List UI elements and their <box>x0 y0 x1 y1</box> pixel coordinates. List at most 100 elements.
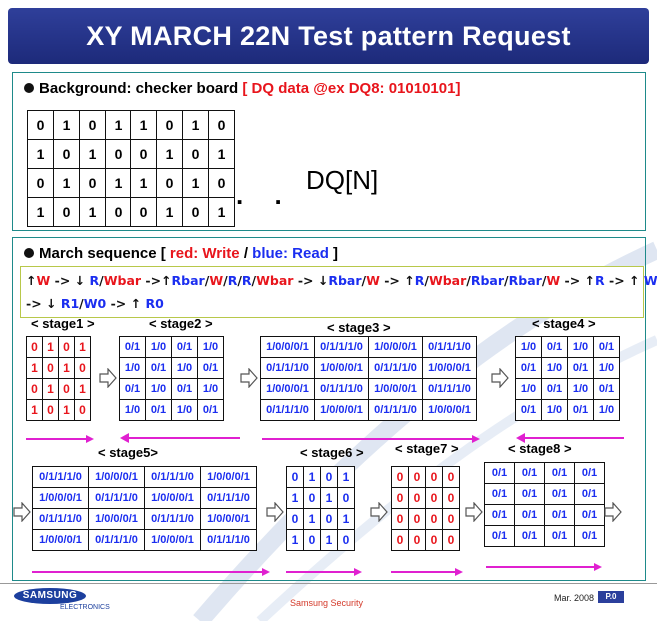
grid-row: 0/1/1/1/0 1/0/0/0/1 0/1/1/1/0 1/0/0/0/1 <box>32 508 257 530</box>
grid-row: 0/1/1/1/0 1/0/0/0/1 0/1/1/1/0 1/0/0/0/1 <box>32 466 257 488</box>
sequence-token: Rbar <box>171 273 205 288</box>
grid-row: 1/0/0/0/1 0/1/1/1/0 1/0/0/0/1 0/1/1/1/0 <box>260 378 477 400</box>
stage-cell: 0 <box>425 529 443 551</box>
sequence-token: R <box>595 273 605 288</box>
stage-cell: 1/0/0/0/1 <box>368 378 423 400</box>
stage4-grid: 1/0 0/1 1/0 0/1 0/1 1/0 0/1 1/0 1/0 0/1 1/0 0/1 0/1 1… <box>515 336 620 421</box>
grid-cell: 0 <box>182 197 209 227</box>
flow-arrow-icon <box>240 368 258 388</box>
grid-row: 0/1/1/1/0 1/0/0/0/1 0/1/1/1/0 1/0/0/0/1 <box>260 357 477 379</box>
stage-cell: 1/0 <box>197 378 224 400</box>
footer-divider <box>0 583 657 584</box>
stage-cell: 0/1/1/1/0 <box>422 378 477 400</box>
stage-cell: 0 <box>320 466 338 488</box>
grid-row: 0101 <box>286 508 355 530</box>
stage-cell: 0/1 <box>544 483 575 505</box>
stage-cell: 0 <box>337 529 355 551</box>
grid-row: 1010 <box>130 110 235 140</box>
stage-cell: 1/0 <box>515 336 542 358</box>
grid-row: 0101 <box>130 139 235 169</box>
stage-cell: 0/1 <box>171 336 198 358</box>
stage-cell: 0/1 <box>574 504 605 526</box>
stage-cell: 0/1/1/1/0 <box>368 399 423 421</box>
stage-cell: 0 <box>337 487 355 509</box>
stage-cell: 1/0/0/0/1 <box>368 336 423 358</box>
stage-cell: 0 <box>408 529 426 551</box>
grid-cell: 0 <box>53 139 80 169</box>
stage-cell: 0/1/1/1/0 <box>200 487 257 509</box>
sequence-token: W <box>366 273 380 288</box>
footer-date: Mar. 2008 <box>554 593 595 603</box>
stage-cell: 0/1 <box>574 525 605 547</box>
stage-cell: 0/1 <box>197 357 224 379</box>
grid-row: 0000 <box>391 529 460 551</box>
sequence-line-2: -> ↓ R1/W0 -> ↑ R0 <box>26 296 164 311</box>
grid-cell: 0 <box>208 168 235 198</box>
stage5-label: < stage5> <box>98 445 158 460</box>
grid-row: 0/1/1/1/0 1/0/0/0/1 0/1/1/1/0 1/0/0/0/1 <box>260 399 477 421</box>
direction-arrow-down <box>120 433 240 443</box>
grid-row: 1/0/0/0/1 0/1/1/1/0 1/0/0/0/1 0/1/1/1/0 <box>260 336 477 358</box>
sequence-token: Rbar <box>470 273 505 288</box>
stage-cell: 1 <box>58 399 75 421</box>
sequence-token: R <box>89 273 100 288</box>
grid-cell: 1 <box>105 110 132 140</box>
slide: XY MARCH 22N Test pattern Request Backgr… <box>0 0 657 621</box>
stage-cell: 0 <box>408 508 426 530</box>
stage-cell: 0 <box>408 466 426 488</box>
stage-cell: 0 <box>74 399 91 421</box>
stage-cell: 0 <box>286 466 304 488</box>
dq-n-label: DQ[N] <box>306 165 379 195</box>
stage2-grid: 0/1 1/0 0/1 1/0 1/0 0/1 1/0 0/1 0/1 1/0 0/1 1/0 1/0 0… <box>119 336 224 421</box>
stage4-label: < stage4 > <box>532 316 596 331</box>
stage-cell: 0/1/1/1/0 <box>260 399 315 421</box>
stage-cell: 1/0/0/0/1 <box>200 508 257 530</box>
stage2-label: < stage2 > <box>149 316 213 331</box>
grid-row: 0/1 1/0 0/1 1/0 <box>515 357 620 379</box>
grid-cell: 1 <box>79 139 106 169</box>
stage-cell: 0/1 <box>544 525 575 547</box>
stage-cell: 0/1/1/1/0 <box>88 529 145 551</box>
stage-cell: 0 <box>286 508 304 530</box>
stage-cell: 1 <box>303 466 321 488</box>
stage-cell: 0/1 <box>119 336 146 358</box>
grid-cell: 1 <box>156 197 183 227</box>
bullet-icon <box>24 248 34 259</box>
stage-cell: 1/0 <box>567 336 594 358</box>
stage-cell: 1/0 <box>593 399 620 421</box>
direction-arrow-up <box>262 435 480 443</box>
grid-cell: 1 <box>156 139 183 169</box>
grid-row: 0000 <box>391 508 460 530</box>
stage-cell: 0/1 <box>145 357 172 379</box>
stage-cell: 1 <box>337 466 355 488</box>
grid-cell: 0 <box>27 110 54 140</box>
stage-cell: 0/1 <box>145 399 172 421</box>
stage-cell: 0 <box>425 508 443 530</box>
grid-row: 0/1 0/1 0/1 0/1 <box>484 504 605 526</box>
stage-cell: 0/1/1/1/0 <box>422 336 477 358</box>
stage-cell: 0/1 <box>541 336 568 358</box>
grid-cell: 1 <box>182 110 209 140</box>
grid-row: 0000 <box>391 487 460 509</box>
legend-blue-key: blue: <box>252 245 288 262</box>
stage7-grid: 0000000000000000 <box>391 466 460 551</box>
stage-cell: 0/1 <box>514 462 545 484</box>
stage-cell: 0 <box>425 466 443 488</box>
background-heading: Background: checker board [ DQ data @ex … <box>24 80 460 97</box>
grid-cell: 0 <box>130 197 157 227</box>
grid-row: 0/1 0/1 0/1 0/1 <box>484 462 605 484</box>
stage-cell: 0 <box>391 508 409 530</box>
stage-cell: 1/0 <box>145 336 172 358</box>
flow-arrow-icon <box>99 368 117 388</box>
sequence-token: R0 <box>145 296 164 311</box>
stage-cell: 0/1 <box>593 378 620 400</box>
sequence-token: W <box>36 273 51 288</box>
grid-row: 1/0 0/1 1/0 0/1 <box>119 357 224 379</box>
sequence-token: Wbar <box>103 273 142 288</box>
sequence-line-1: ↑W -> ↓ R/Wbar ->↑Rbar/W/R/R/Wbar -> ↓Rb… <box>26 273 657 288</box>
footer-center-text: Samsung Security <box>290 598 364 608</box>
march-heading: March sequence [ red: Write / blue: Read… <box>24 245 338 262</box>
flow-arrow-icon <box>604 502 622 522</box>
grid-row: 0/1 1/0 0/1 1/0 <box>119 336 224 358</box>
grid-cell: 1 <box>208 139 235 169</box>
